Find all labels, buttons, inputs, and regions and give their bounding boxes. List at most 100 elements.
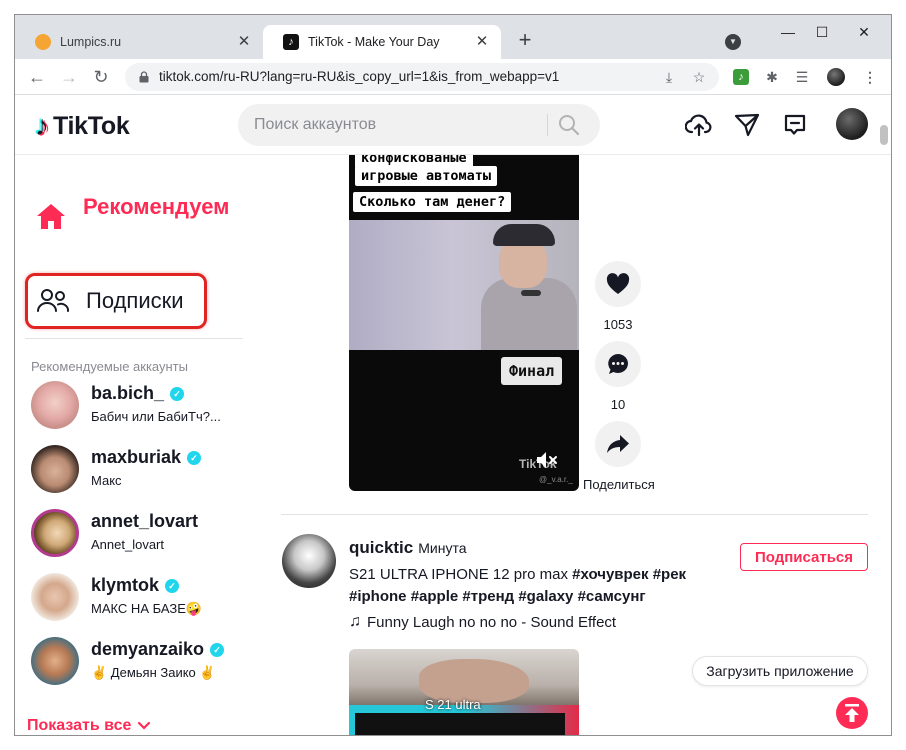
tab-lumpics[interactable]: Lumpics.ru ✕ (15, 25, 263, 59)
close-icon[interactable]: ✕ (235, 33, 253, 51)
follow-button[interactable]: Подписаться (740, 543, 868, 571)
verified-icon: ✓ (170, 386, 185, 401)
hashtag-link[interactable]: #самсунг (578, 588, 646, 605)
messages-icon[interactable] (781, 111, 809, 139)
hashtag-link[interactable]: #тренд (462, 588, 514, 605)
get-app-button[interactable]: Загрузить приложение (692, 656, 868, 686)
music-extension-icon[interactable]: ♪ (733, 69, 749, 85)
page-scrollbar[interactable] (877, 125, 891, 735)
star-icon[interactable]: ☆ (691, 69, 707, 85)
address-bar[interactable]: tiktok.com/ru-RU?lang=ru-RU&is_copy_url=… (125, 63, 719, 91)
tab-search-icon[interactable]: ▼ (725, 34, 741, 50)
back-icon[interactable]: ← (25, 65, 49, 89)
hashtag-link[interactable]: #рек (653, 566, 686, 583)
tab-tiktok[interactable]: ♪ TikTok - Make Your Day ✕ (263, 25, 501, 59)
nav-following[interactable]: Подписки (25, 273, 207, 329)
menu-icon[interactable]: ⋮ (861, 68, 879, 86)
hashtag-link[interactable]: #galaxy (518, 588, 573, 605)
search-divider (547, 114, 548, 136)
video-frame (349, 220, 579, 350)
post-username[interactable]: quicktic (349, 538, 413, 558)
music-note-icon: ♫ (349, 613, 361, 630)
comment-button[interactable] (595, 341, 641, 387)
window-close-icon[interactable]: ✕ (849, 21, 879, 43)
show-all-label: Показать все (27, 717, 132, 734)
description-text: S21 ULTRA IPHONE 12 pro max (349, 566, 573, 583)
show-all-link[interactable]: Показать все (27, 717, 151, 735)
lock-icon (139, 71, 149, 83)
suggested-account[interactable]: maxburiak ✓ Макс (31, 445, 251, 497)
maximize-icon[interactable]: ☐ (807, 21, 837, 43)
share-action[interactable]: Поделиться (583, 421, 655, 492)
suggested-account[interactable]: ba.bich_ ✓ Бабич или БабиТч?... (31, 381, 251, 433)
video-player[interactable]: конфискованые игровые автоматы Сколько т… (349, 155, 579, 491)
puzzle-icon[interactable]: ✱ (763, 68, 781, 86)
share-label: Поделиться (583, 477, 655, 492)
verified-icon: ✓ (165, 578, 180, 593)
media-icon[interactable]: ☰ (793, 68, 811, 86)
suggested-accounts-heading: Рекомендуемые аккаунты (31, 359, 188, 374)
user-avatar[interactable] (836, 108, 868, 140)
account-username: klymtok ✓ (91, 575, 180, 596)
video-caption: Сколько там денег? (353, 192, 512, 212)
forward-icon[interactable]: → (57, 65, 81, 89)
hashtag-link[interactable]: #apple (411, 588, 459, 605)
video-person-chain (521, 290, 541, 296)
feed-divider (281, 514, 868, 515)
suggested-account[interactable]: annet_lovart Annet_lovart (31, 509, 251, 561)
tiktok-favicon-icon: ♪ (283, 34, 299, 50)
account-nickname: Бабич или БабиТч?... (91, 409, 221, 424)
share-icon (607, 435, 629, 453)
verified-icon: ✓ (210, 642, 225, 657)
tab-label: TikTok - Make Your Day (308, 35, 440, 49)
search-icon[interactable] (556, 113, 582, 137)
profile-avatar[interactable] (827, 68, 845, 86)
sidebar-divider (25, 338, 243, 339)
close-icon[interactable]: ✕ (473, 33, 491, 51)
account-username: annet_lovart (91, 511, 198, 532)
video-text: S 21 ultra (425, 697, 481, 712)
username-text: klymtok (91, 575, 160, 595)
tab-strip: Lumpics.ru ✕ ♪ TikTok - Make Your Day ✕ … (15, 15, 891, 59)
inbox-send-icon[interactable] (733, 111, 761, 139)
nav-recommended-label: Рекомендуем (83, 194, 230, 219)
like-count: 1053 (603, 317, 633, 332)
verified-icon: ✓ (187, 450, 202, 465)
like-action[interactable]: 1053 (595, 261, 641, 332)
tiktok-logo-icon: ♪ (35, 110, 49, 141)
hashtag-link[interactable]: #iphone (349, 588, 407, 605)
hashtag-link[interactable]: #хочуврек (572, 566, 648, 583)
share-button[interactable] (595, 421, 641, 467)
account-nickname: МАКС НА БАЗЕ🤪 (91, 601, 203, 616)
account-username: ba.bich_ ✓ (91, 383, 185, 404)
video-overlay-label: Финал (501, 357, 563, 385)
scrollbar-thumb[interactable] (880, 125, 888, 145)
post-time: Минута (418, 540, 467, 556)
minimize-icon[interactable]: — (773, 21, 803, 43)
post-sound[interactable]: ♫ Funny Laugh no no no - Sound Effect (349, 613, 616, 631)
upload-icon[interactable] (685, 111, 713, 139)
account-username: maxburiak ✓ (91, 447, 202, 468)
video-caption: игровые автоматы (355, 166, 498, 186)
new-tab-icon[interactable]: + (513, 29, 537, 53)
account-username: demyanzaiko ✓ (91, 639, 225, 660)
arrow-up-icon (845, 704, 859, 722)
nav-recommended[interactable]: Рекомендуем (35, 193, 233, 233)
video-watermark-user: @_v.a.r._ (539, 475, 573, 484)
suggested-account[interactable]: demyanzaiko ✓ ✌ Демьян Заико ✌ (31, 637, 251, 689)
install-icon[interactable]: ⤓ (661, 69, 677, 85)
suggested-account[interactable]: klymtok ✓ МАКС НА БАЗЕ🤪 (31, 573, 251, 625)
home-icon (37, 204, 65, 229)
comment-action[interactable]: 10 (595, 341, 641, 412)
tiktok-logo[interactable]: ♪ TikTok (35, 110, 130, 141)
chevron-down-icon (138, 721, 151, 730)
mute-icon[interactable] (535, 449, 559, 471)
reload-icon[interactable]: ↻ (89, 65, 113, 89)
scroll-to-top-button[interactable] (836, 697, 868, 729)
avatar[interactable] (282, 534, 336, 588)
like-button[interactable] (595, 261, 641, 307)
search-input[interactable] (254, 104, 544, 146)
video-player[interactable]: S 21 ultra (349, 649, 579, 735)
username-text: maxburiak (91, 447, 182, 467)
video-person-cap (493, 224, 555, 246)
